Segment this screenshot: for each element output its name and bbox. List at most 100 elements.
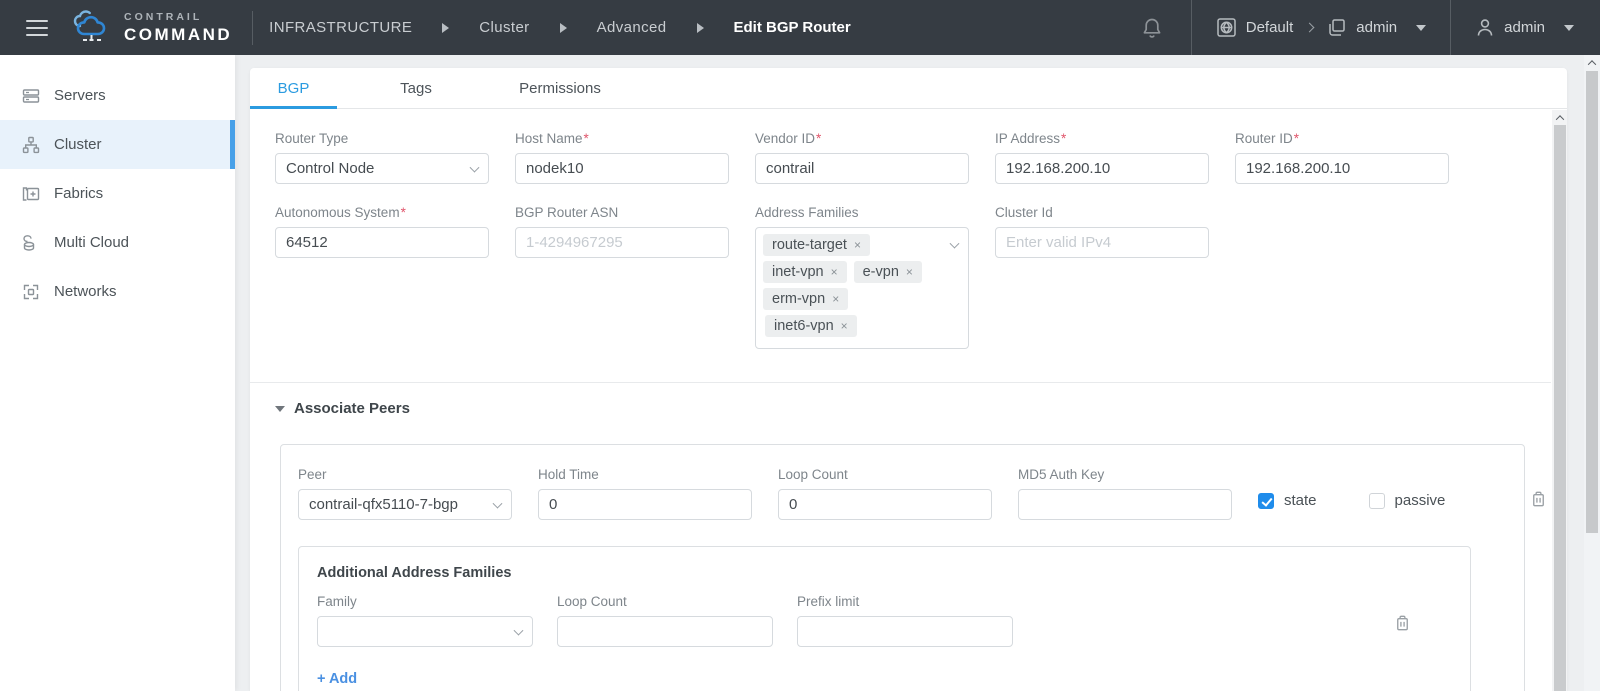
breadcrumb-arrow-icon	[697, 23, 704, 33]
md5-auth-key-label: MD5 Auth Key	[1018, 467, 1232, 482]
user-menu[interactable]: admin	[1450, 0, 1600, 55]
router-type-select[interactable]: Control Node	[275, 153, 489, 184]
user-icon	[1475, 17, 1495, 38]
sidebar-item-cluster[interactable]: Cluster	[0, 120, 235, 169]
address-family-chip: inet-vpn×	[763, 261, 847, 283]
md5-auth-key-input[interactable]	[1018, 489, 1232, 520]
state-checkbox-label: state	[1284, 492, 1317, 509]
scrollbar-thumb[interactable]	[1554, 125, 1566, 691]
prefix-limit-label: Prefix limit	[797, 594, 1013, 609]
cluster-icon	[22, 136, 40, 154]
breadcrumb-arrow-icon	[560, 23, 567, 33]
chip-remove-icon[interactable]: ×	[832, 293, 839, 305]
required-mark: *	[401, 205, 406, 220]
passive-checkbox-label: passive	[1395, 492, 1446, 509]
left-sidebar: Servers Cluster Fabrics	[0, 55, 235, 691]
additional-address-families-panel: Additional Address Families Family Loop …	[298, 546, 1471, 691]
sidebar-item-label: Servers	[54, 87, 106, 104]
peer-loop-count-input[interactable]	[778, 489, 992, 520]
scroll-up-button[interactable]	[1584, 55, 1600, 71]
tab-permissions[interactable]: Permissions	[499, 68, 621, 108]
bgp-form: Router Type Control Node Host Name* Vend…	[250, 110, 1551, 691]
fabrics-icon	[22, 185, 40, 203]
tab-bgp[interactable]: BGP	[250, 68, 337, 108]
additional-loop-count-input[interactable]	[557, 616, 773, 647]
required-mark: *	[816, 131, 821, 146]
passive-checkbox[interactable]	[1369, 493, 1385, 509]
scrollbar-thumb[interactable]	[1586, 71, 1598, 533]
breadcrumb-section[interactable]: INFRASTRUCTURE	[269, 19, 412, 36]
chip-remove-icon[interactable]: ×	[906, 266, 913, 278]
peer-value: contrail-qfx5110-7-bgp	[309, 496, 458, 513]
brand-logo[interactable]: CONTRAIL COMMAND	[70, 10, 232, 46]
family-select[interactable]	[317, 616, 533, 647]
edit-bgp-router-panel: BGP Tags Permissions Router Type Control…	[250, 68, 1567, 691]
sidebar-item-label: Cluster	[54, 136, 102, 153]
state-checkbox-group[interactable]: state	[1258, 492, 1317, 509]
autonomous-system-input[interactable]	[275, 227, 489, 258]
sidebar-item-fabrics[interactable]: Fabrics	[0, 169, 235, 218]
breadcrumb-item-advanced[interactable]: Advanced	[597, 19, 667, 36]
domain-icon	[1216, 17, 1237, 38]
required-mark: *	[1294, 131, 1299, 146]
form-scrollbar[interactable]	[1552, 110, 1567, 691]
hold-time-label: Hold Time	[538, 467, 752, 482]
scroll-up-button[interactable]	[1552, 110, 1567, 125]
prefix-limit-input[interactable]	[797, 616, 1013, 647]
peer-loop-count-label: Loop Count	[778, 467, 992, 482]
additional-loop-count-label: Loop Count	[557, 594, 773, 609]
breadcrumb-current-page: Edit BGP Router	[734, 19, 851, 36]
sidebar-item-multi-cloud[interactable]: Multi Cloud	[0, 218, 235, 267]
passive-checkbox-group[interactable]: passive	[1369, 492, 1446, 509]
vendor-id-input[interactable]	[755, 153, 969, 184]
chip-remove-icon[interactable]: ×	[841, 320, 848, 332]
breadcrumb-arrow-icon	[442, 23, 449, 33]
delete-address-family-icon[interactable]	[1393, 613, 1412, 633]
address-families-multiselect[interactable]: route-target× inet-vpn× e-vpn× erm-vpn× …	[755, 227, 969, 349]
multi-cloud-icon	[22, 234, 40, 252]
router-id-label: Router ID*	[1235, 131, 1449, 146]
domain-project-switcher[interactable]: Default admin	[1191, 0, 1450, 55]
sidebar-item-networks[interactable]: Networks	[0, 267, 235, 316]
chevron-down-icon	[514, 625, 524, 635]
top-navigation-bar: CONTRAIL COMMAND INFRASTRUCTURE Cluster …	[0, 0, 1600, 55]
hamburger-menu-icon[interactable]	[26, 20, 48, 36]
state-checkbox[interactable]	[1258, 493, 1274, 509]
family-label: Family	[317, 594, 533, 609]
address-family-chip: erm-vpn×	[763, 288, 848, 310]
additional-address-families-title: Additional Address Families	[317, 565, 1470, 581]
associate-peers-toggle[interactable]: Associate Peers	[275, 400, 1551, 417]
delete-peer-icon[interactable]	[1529, 489, 1548, 509]
chip-remove-icon[interactable]: ×	[831, 266, 838, 278]
collapse-triangle-icon	[275, 406, 285, 412]
sidebar-item-label: Networks	[54, 283, 117, 300]
bgp-router-asn-input[interactable]	[515, 227, 729, 258]
chevron-right-icon	[1305, 23, 1315, 33]
host-name-label: Host Name*	[515, 131, 729, 146]
ip-address-input[interactable]	[995, 153, 1209, 184]
associate-peers-title: Associate Peers	[294, 400, 410, 417]
peer-select[interactable]: contrail-qfx5110-7-bgp	[298, 489, 512, 520]
notifications-bell-icon[interactable]	[1141, 16, 1163, 40]
cluster-id-input[interactable]	[995, 227, 1209, 258]
host-name-input[interactable]	[515, 153, 729, 184]
page-scrollbar[interactable]	[1584, 55, 1600, 691]
add-address-family-link[interactable]: + Add	[317, 671, 357, 687]
peer-row-card: Peer contrail-qfx5110-7-bgp Hold Time Lo…	[280, 444, 1525, 691]
required-mark: *	[584, 131, 589, 146]
sidebar-item-servers[interactable]: Servers	[0, 71, 235, 120]
breadcrumb-item-cluster[interactable]: Cluster	[479, 19, 529, 36]
tab-tags[interactable]: Tags	[375, 68, 457, 108]
domain-name: Default	[1246, 19, 1294, 36]
chevron-down-icon	[1564, 25, 1574, 31]
address-family-chip: e-vpn×	[854, 261, 922, 283]
chevron-down-icon	[1416, 25, 1426, 31]
chip-remove-icon[interactable]: ×	[854, 239, 861, 251]
router-type-label: Router Type	[275, 131, 489, 146]
section-divider	[250, 382, 1551, 383]
router-id-input[interactable]	[1235, 153, 1449, 184]
sidebar-item-label: Multi Cloud	[54, 234, 129, 251]
bgp-router-asn-label: BGP Router ASN	[515, 205, 729, 220]
hold-time-input[interactable]	[538, 489, 752, 520]
ip-address-label: IP Address*	[995, 131, 1209, 146]
